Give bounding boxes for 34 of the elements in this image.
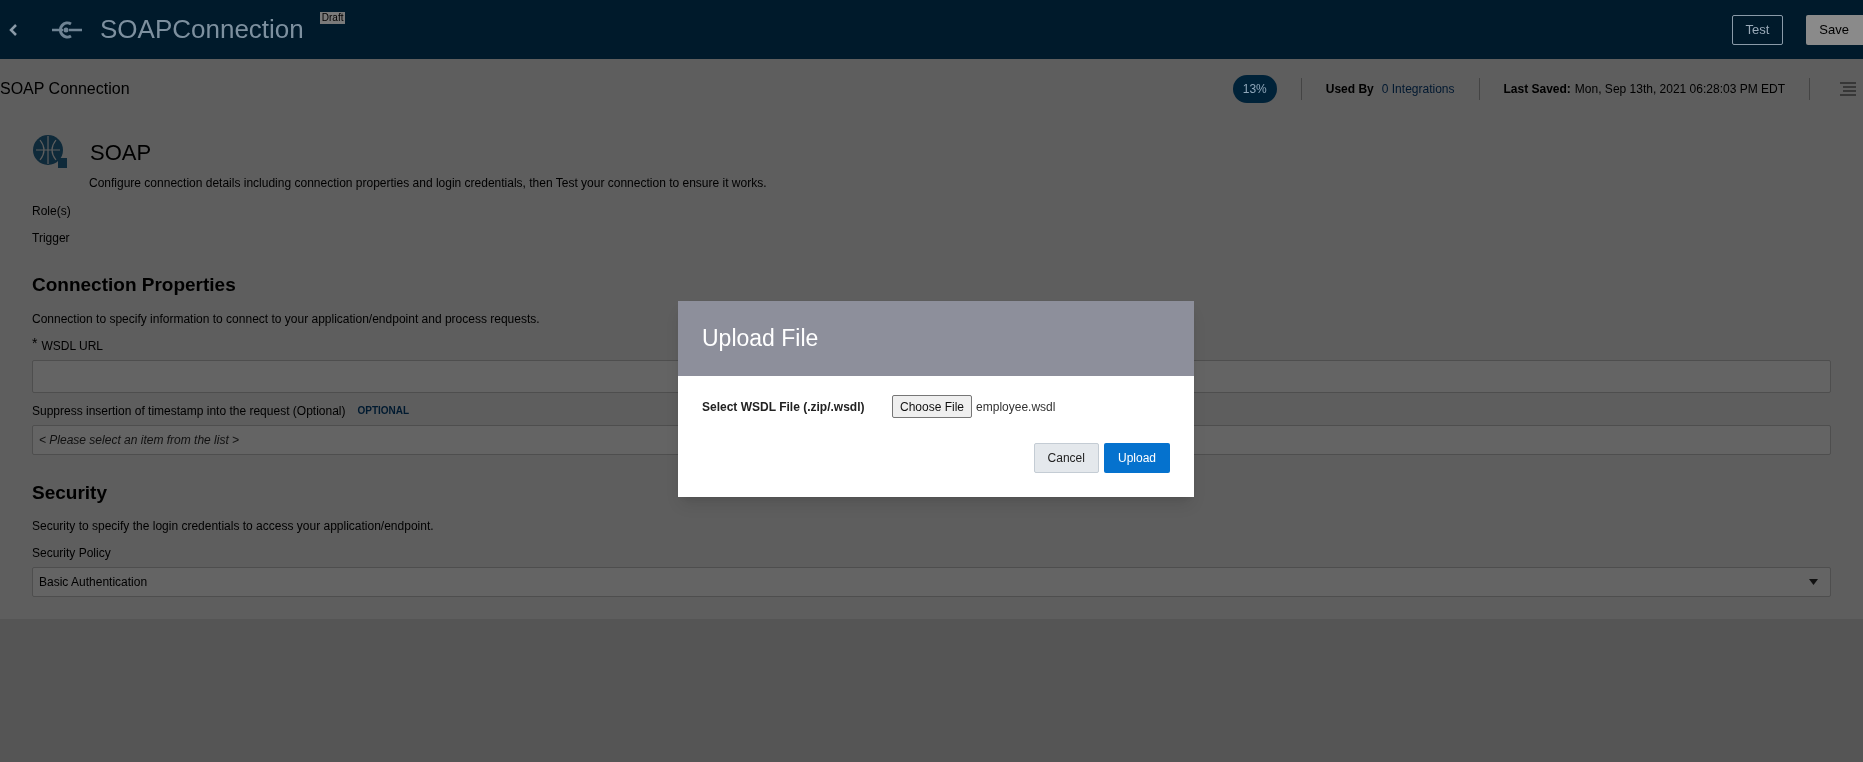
required-asterisk: * xyxy=(32,336,38,349)
description-text: Configure connection details including connection properties and login credentials, then Test your connection to ensure it works. xyxy=(89,175,768,192)
file-name: employee.wsdl xyxy=(976,398,1056,416)
role-value: Trigger xyxy=(32,230,71,247)
used-by-label: Used By xyxy=(1325,80,1374,98)
header-button[interactable]: Save xyxy=(1806,14,1863,45)
status-badge: Draft xyxy=(319,12,346,24)
choose-file-button[interactable]: Choose File xyxy=(892,395,973,418)
field-label: WSDL URL xyxy=(41,337,104,355)
header-button[interactable]: Test xyxy=(1731,14,1784,45)
dropdown-field[interactable]: Basic Authentication xyxy=(32,567,1831,597)
optional-tag: OPTIONAL xyxy=(357,403,410,418)
connection-type-heading: SOAP xyxy=(90,138,152,167)
globe-plug-icon xyxy=(32,134,68,170)
page-title: SOAPConnection xyxy=(100,13,304,46)
caret-icon xyxy=(1809,579,1818,585)
section-title: SOAP Connection xyxy=(0,78,130,99)
field-label: Suppress insertion of timestamp into the request (Optional) xyxy=(32,402,346,420)
last-saved-label: Last Saved: xyxy=(1503,80,1571,98)
roles-label: Role(s) xyxy=(32,203,72,220)
section-heading: Connection Properties xyxy=(32,273,237,297)
dialog-title: Upload File xyxy=(702,324,819,354)
chevron-left-icon xyxy=(8,22,18,37)
section-description: Connection to specify information to connect to your application/endpoint and process requests. xyxy=(32,310,541,328)
upload-button[interactable]: Upload xyxy=(1103,443,1170,473)
connection-icon xyxy=(52,19,82,40)
progress-badge: 13% xyxy=(1232,74,1277,103)
section-heading: Security xyxy=(32,480,108,505)
file-field-label: Select WSDL File (.zip/.wsdl) xyxy=(702,398,866,416)
cancel-button[interactable]: Cancel xyxy=(1033,443,1099,473)
last-saved-time: Mon, Sep 13th, 2021 06:28:03 PM EDT xyxy=(1574,80,1785,98)
field-label: Security Policy xyxy=(32,545,111,562)
section-description: Security to specify the login credentials to access your application/endpoint. xyxy=(32,518,435,535)
dropdown-value: Basic Authentication xyxy=(39,574,149,591)
